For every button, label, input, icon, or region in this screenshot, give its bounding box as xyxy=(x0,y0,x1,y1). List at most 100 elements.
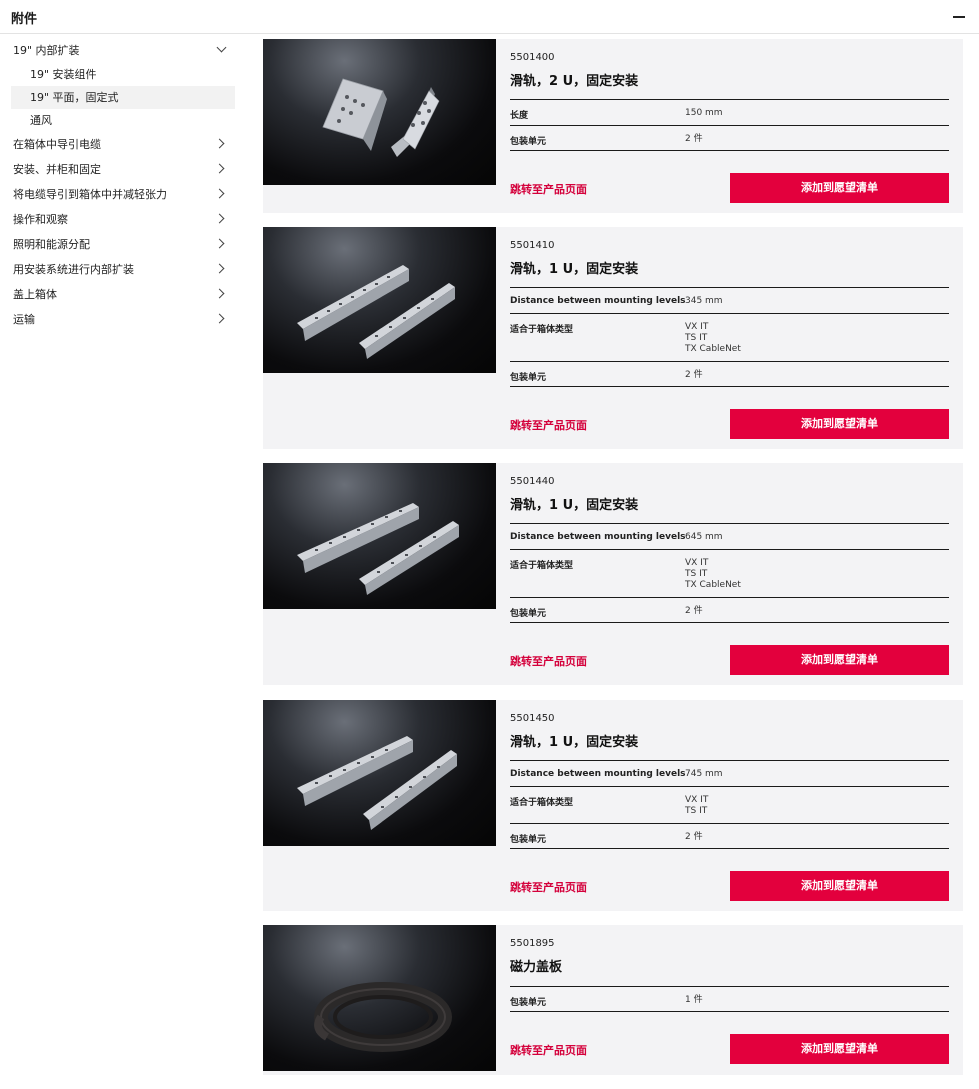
spec-value: 645 mm xyxy=(685,532,723,542)
product-title: 滑轨，2 U，固定安装 xyxy=(510,74,639,89)
product-image[interactable] xyxy=(263,463,496,609)
spec-label: 包装单元 xyxy=(510,835,547,845)
product-card: 5501410 滑轨，1 U，固定安装 Distance between mou… xyxy=(263,227,963,449)
product-page-link[interactable]: 跳转至产品页面 xyxy=(510,1042,587,1058)
sidebar-item-cover[interactable]: 盖上箱体 xyxy=(0,282,236,307)
product-image[interactable] xyxy=(263,227,496,373)
chevron-right-icon xyxy=(214,263,225,274)
spec-value: 2 件 xyxy=(685,832,703,842)
product-card: 5501895 磁力盖板 包装单元 1 件 跳转至产品页面 添加到愿望清单 xyxy=(263,925,963,1075)
add-to-wishlist-button[interactable]: 添加到愿望清单 xyxy=(730,173,949,203)
spec-label: Distance between mounting levels xyxy=(510,532,686,542)
product-card: 5501440 滑轨，1 U，固定安装 Distance between mou… xyxy=(263,463,963,685)
sidebar-item-19-interior[interactable]: 19" 内部扩装 xyxy=(0,38,236,63)
product-image[interactable] xyxy=(263,39,496,185)
spec-label: 适合于箱体类型 xyxy=(510,561,574,571)
angle-bracket-image xyxy=(322,78,440,157)
add-to-wishlist-button[interactable]: 添加到愿望清单 xyxy=(730,409,949,439)
spec-row: Distance between mounting levels 345 mm xyxy=(510,287,949,313)
spec-row: Distance between mounting levels 645 mm xyxy=(510,523,949,549)
spec-value: VX IT TS IT xyxy=(685,795,709,816)
sidebar-item-label: 在箱体中导引电缆 xyxy=(13,138,101,151)
rail-image xyxy=(297,265,455,359)
spec-row: 适合于箱体类型 VX IT TS IT TX CableNet xyxy=(510,313,949,361)
sidebar-subitem-19-flat-fixed[interactable]: 19" 平面，固定式 xyxy=(11,86,235,109)
spec-row: 适合于箱体类型 VX IT TS IT TX CableNet xyxy=(510,549,949,597)
rail-image xyxy=(297,503,459,595)
spec-label: 包装单元 xyxy=(510,998,547,1008)
sidebar-subitem-19-mounting-components[interactable]: 19" 安装组件 xyxy=(11,63,235,86)
chevron-right-icon xyxy=(214,138,225,149)
product-page-link[interactable]: 跳转至产品页面 xyxy=(510,181,587,197)
sidebar-item-mounting-system[interactable]: 用安装系统进行内部扩装 xyxy=(0,257,236,282)
spec-value: 2 件 xyxy=(685,370,703,380)
chevron-right-icon xyxy=(214,313,225,324)
chevron-right-icon xyxy=(214,238,225,249)
chevron-right-icon xyxy=(214,188,225,199)
product-title: 滑轨，1 U，固定安装 xyxy=(510,735,639,750)
sidebar-item-operation[interactable]: 操作和观察 xyxy=(0,207,236,232)
page-title: 附件 xyxy=(11,12,38,27)
sidebar-item-label: 照明和能源分配 xyxy=(13,238,90,251)
spec-row: 包装单元 1 件 xyxy=(510,986,949,1012)
article-number: 5501895 xyxy=(510,938,555,949)
category-sidebar: 19" 内部扩装 19" 安装组件 19" 平面，固定式 通风 在箱体中导引电缆… xyxy=(0,38,236,332)
article-number: 5501400 xyxy=(510,52,555,63)
spec-value: VX IT TS IT TX CableNet xyxy=(685,322,741,354)
spec-row: 包装单元 2 件 xyxy=(510,823,949,849)
spec-label: 包装单元 xyxy=(510,373,547,383)
rail-image xyxy=(297,736,457,830)
sidebar-subitem-label: 19" 安装组件 xyxy=(30,68,97,81)
spec-row: 长度 150 mm xyxy=(510,99,949,125)
sidebar-subitem-label: 19" 平面，固定式 xyxy=(30,91,119,104)
add-to-wishlist-button[interactable]: 添加到愿望清单 xyxy=(730,645,949,675)
spec-label: 包装单元 xyxy=(510,137,547,147)
spec-label: 适合于箱体类型 xyxy=(510,798,574,808)
sidebar-item-label: 将电缆导引到箱体中并减轻张力 xyxy=(13,188,167,201)
product-page-link[interactable]: 跳转至产品页面 xyxy=(510,653,587,669)
sidebar-item-installation[interactable]: 安装、并柜和固定 xyxy=(0,157,236,182)
sidebar-item-label: 安装、并柜和固定 xyxy=(13,163,101,176)
collapse-icon[interactable] xyxy=(952,10,966,24)
product-title: 滑轨，1 U，固定安装 xyxy=(510,262,639,277)
sidebar-item-lighting[interactable]: 照明和能源分配 xyxy=(0,232,236,257)
sidebar-item-label: 用安装系统进行内部扩装 xyxy=(13,263,134,276)
product-page-link[interactable]: 跳转至产品页面 xyxy=(510,417,587,433)
add-to-wishlist-button[interactable]: 添加到愿望清单 xyxy=(730,871,949,901)
product-page-link[interactable]: 跳转至产品页面 xyxy=(510,879,587,895)
product-image[interactable] xyxy=(263,925,496,1071)
spec-label: 适合于箱体类型 xyxy=(510,325,574,335)
spec-value: 745 mm xyxy=(685,769,723,779)
chevron-right-icon xyxy=(214,213,225,224)
article-number: 5501440 xyxy=(510,476,555,487)
sidebar-item-label: 19" 内部扩装 xyxy=(13,44,80,57)
sidebar-item-transport[interactable]: 运输 xyxy=(0,307,236,332)
spec-value: 150 mm xyxy=(685,108,723,118)
sidebar-item-cable-routing[interactable]: 在箱体中导引电缆 xyxy=(0,132,236,157)
product-title: 滑轨，1 U，固定安装 xyxy=(510,498,639,513)
spec-label: 长度 xyxy=(510,111,529,121)
sidebar-item-label: 操作和观察 xyxy=(13,213,68,226)
spec-value: VX IT TS IT TX CableNet xyxy=(685,558,741,590)
chevron-down-icon xyxy=(216,42,227,53)
spec-row: Distance between mounting levels 745 mm xyxy=(510,760,949,786)
sidebar-subitem-label: 通风 xyxy=(30,114,52,127)
chevron-right-icon xyxy=(214,288,225,299)
chevron-right-icon xyxy=(214,163,225,174)
sidebar-subitem-ventilation[interactable]: 通风 xyxy=(11,109,235,132)
spec-value: 2 件 xyxy=(685,606,703,616)
sidebar-item-label: 盖上箱体 xyxy=(13,288,57,301)
add-to-wishlist-button[interactable]: 添加到愿望清单 xyxy=(730,1034,949,1064)
product-image[interactable] xyxy=(263,700,496,846)
spec-label: Distance between mounting levels xyxy=(510,769,686,779)
article-number: 5501410 xyxy=(510,240,555,251)
spec-row: 适合于箱体类型 VX IT TS IT xyxy=(510,786,949,823)
sidebar-item-label: 运输 xyxy=(13,313,35,326)
spec-value: 345 mm xyxy=(685,296,723,306)
product-title: 磁力盖板 xyxy=(510,960,563,975)
spec-value: 1 件 xyxy=(685,995,703,1005)
sidebar-item-cable-entry[interactable]: 将电缆导引到箱体中并减轻张力 xyxy=(0,182,236,207)
spec-row: 包装单元 2 件 xyxy=(510,125,949,151)
product-card: 5501450 滑轨，1 U，固定安装 Distance between mou… xyxy=(263,700,963,911)
spec-label: 包装单元 xyxy=(510,609,547,619)
